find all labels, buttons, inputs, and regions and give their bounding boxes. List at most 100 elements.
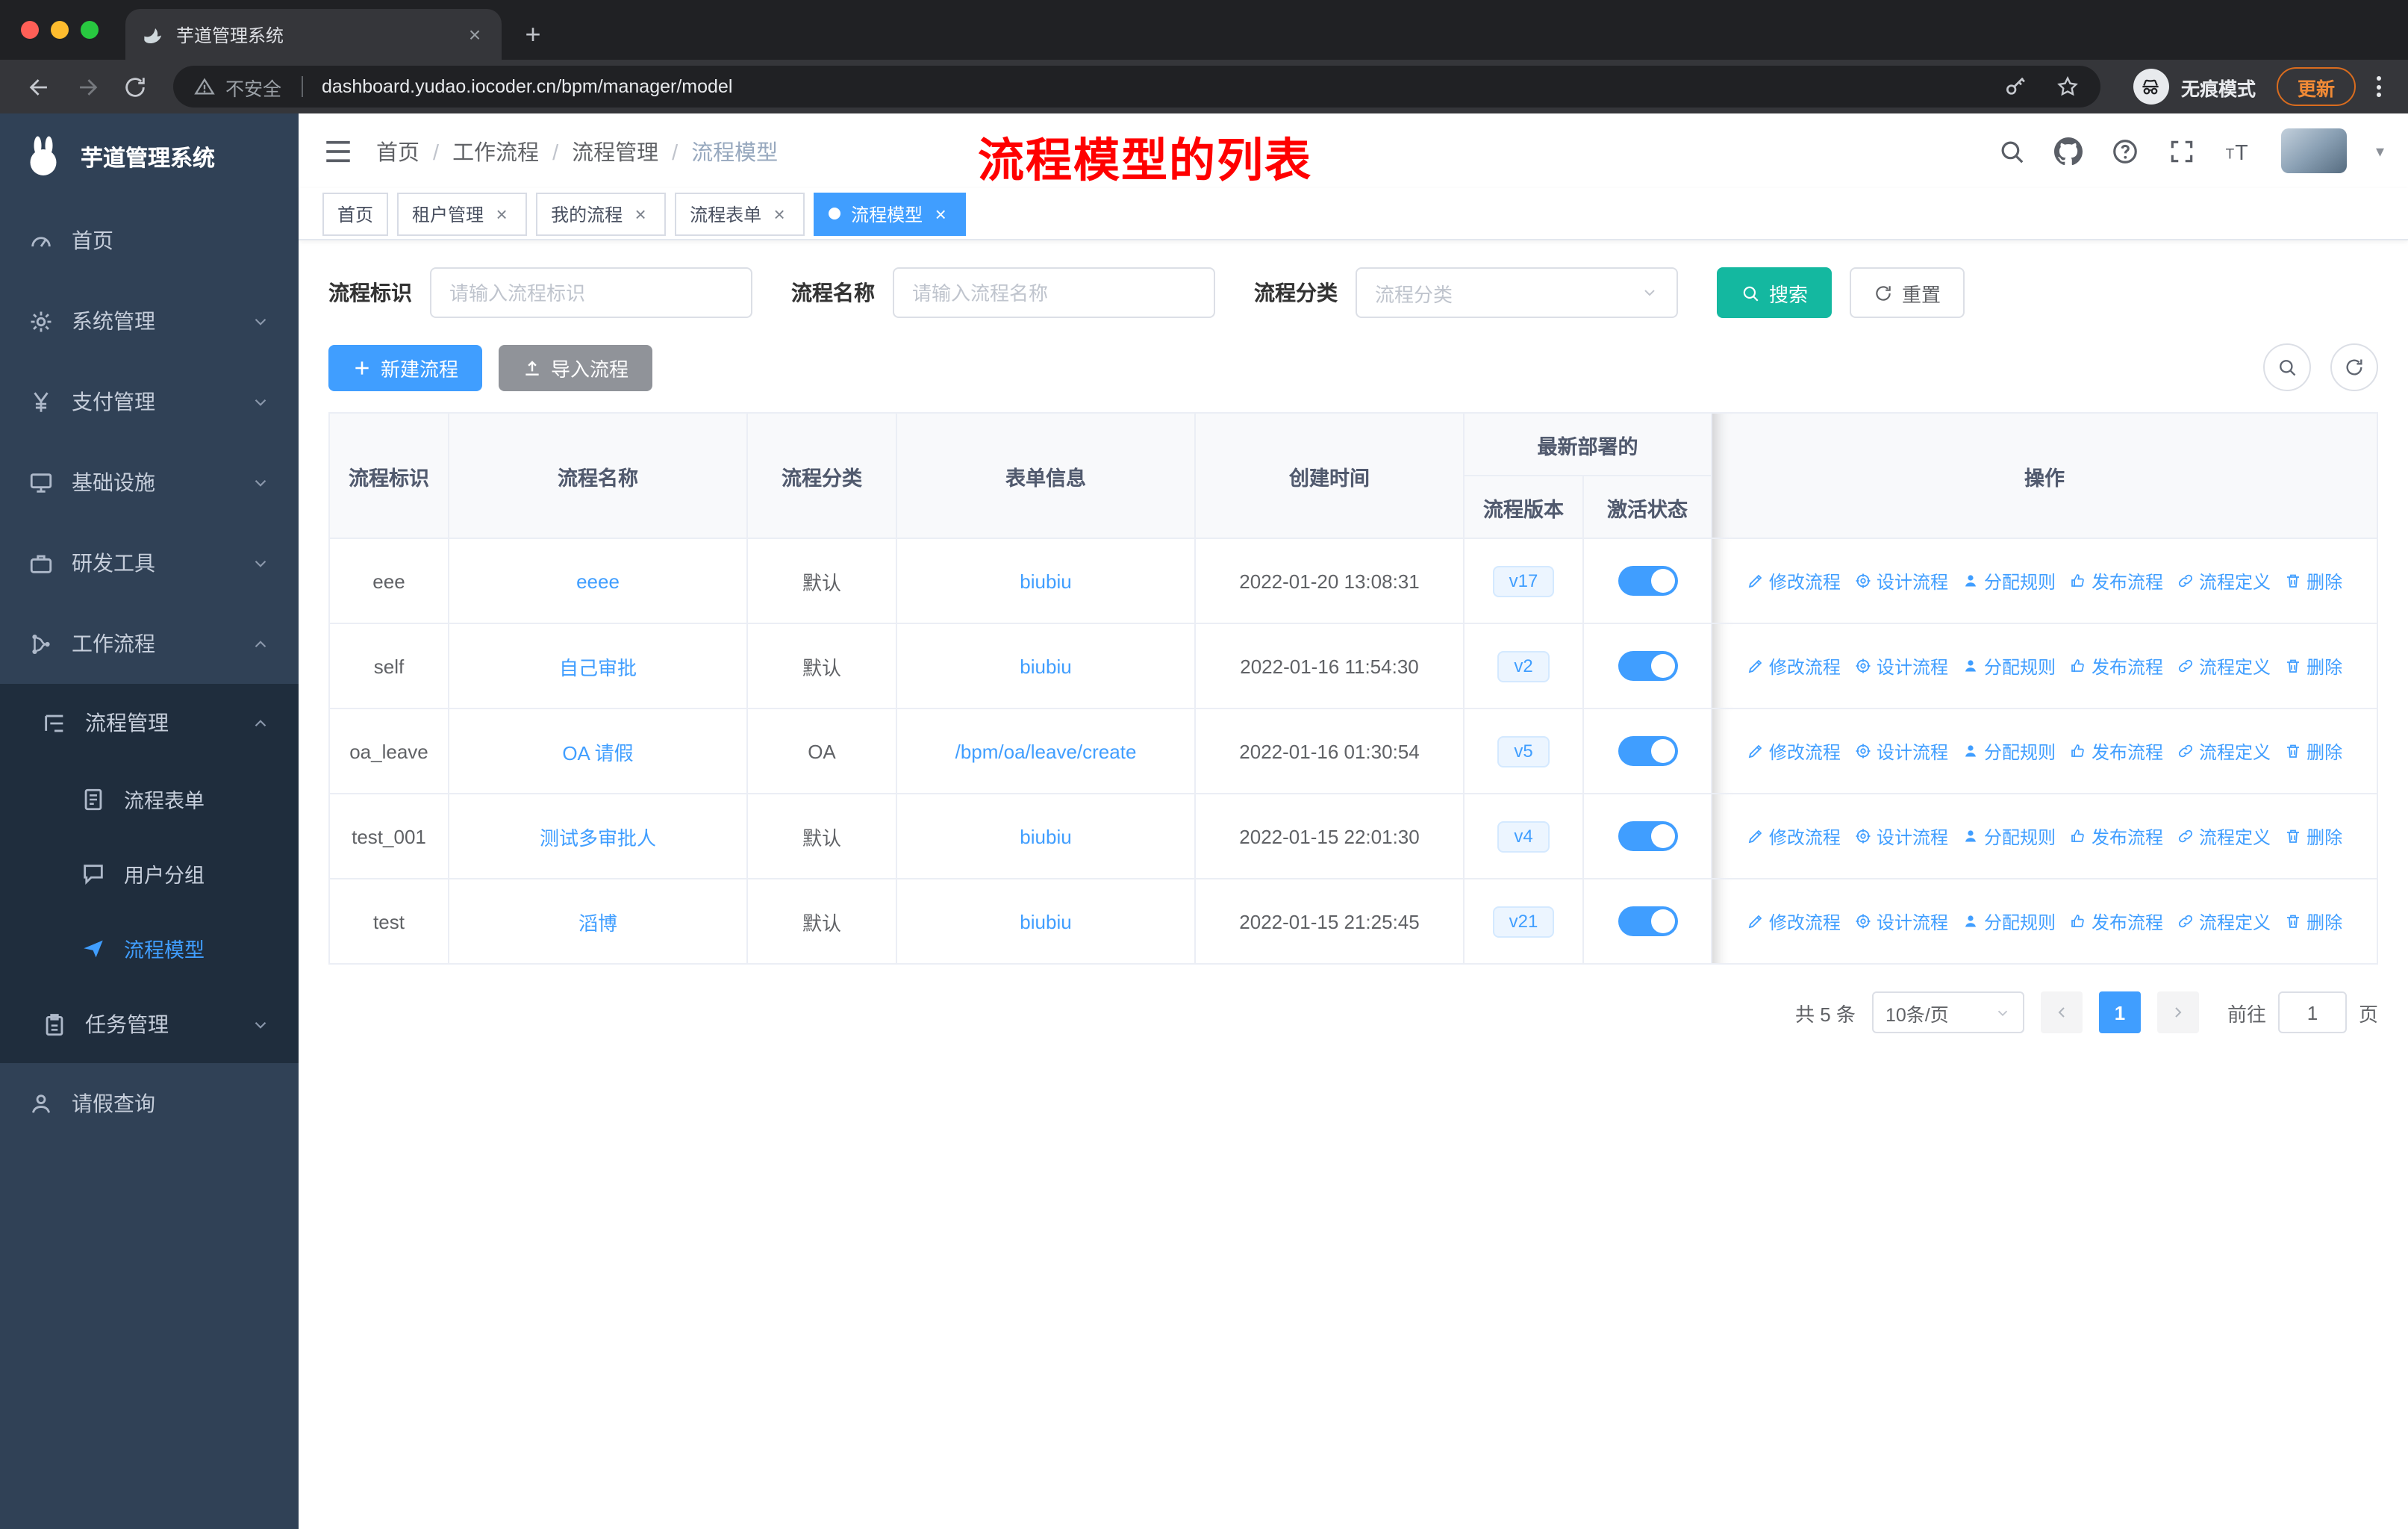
import-flow-button[interactable]: 导入流程	[499, 344, 653, 390]
design-flow-link[interactable]: 设计流程	[1854, 823, 1948, 849]
flow-definition-link[interactable]: 流程定义	[2177, 823, 2271, 849]
process-id-input[interactable]	[430, 267, 752, 318]
assign-rule-link[interactable]: 分配规则	[1962, 909, 2056, 934]
star-icon[interactable]	[2056, 75, 2080, 99]
form-info-link[interactable]: /bpm/oa/leave/create	[955, 740, 1137, 762]
modify-flow-link[interactable]: 修改流程	[1747, 653, 1841, 679]
design-flow-link[interactable]: 设计流程	[1854, 568, 1948, 594]
sidebar-item-workflow[interactable]: 工作流程	[0, 603, 299, 684]
key-icon[interactable]	[2003, 75, 2027, 99]
tag-close-icon[interactable]	[491, 202, 512, 225]
modify-flow-link[interactable]: 修改流程	[1747, 738, 1841, 764]
forward-button[interactable]	[66, 66, 107, 108]
tag-close-icon[interactable]	[630, 202, 651, 225]
refresh-table-button[interactable]	[2330, 343, 2378, 391]
active-toggle[interactable]	[1618, 736, 1677, 766]
toggle-search-button[interactable]	[2263, 343, 2311, 391]
search-button[interactable]: 搜索	[1717, 267, 1832, 318]
pagination-next-button[interactable]	[2156, 991, 2199, 1033]
window-close-button[interactable]	[21, 21, 39, 39]
form-info-link[interactable]: biubiu	[1020, 655, 1071, 677]
window-minimize-button[interactable]	[51, 21, 69, 39]
design-flow-link[interactable]: 设计流程	[1854, 909, 1948, 934]
process-name-link[interactable]: OA 请假	[562, 741, 633, 764]
breadcrumb-item[interactable]: 首页	[376, 135, 419, 166]
flow-definition-link[interactable]: 流程定义	[2177, 738, 2271, 764]
browser-tab[interactable]: 芋道管理系统	[125, 9, 502, 60]
sidebar-item-infrastructure[interactable]: 基础设施	[0, 442, 299, 523]
form-info-link[interactable]: biubiu	[1020, 910, 1071, 932]
assign-rule-link[interactable]: 分配规则	[1962, 653, 2056, 679]
process-name-link[interactable]: 测试多审批人	[540, 826, 656, 849]
tag-tenant-management[interactable]: 租户管理	[397, 192, 528, 235]
tag-process-model[interactable]: 流程模型	[814, 192, 967, 235]
assign-rule-link[interactable]: 分配规则	[1962, 823, 2056, 849]
question-icon[interactable]	[2112, 137, 2140, 165]
new-tab-button[interactable]	[514, 15, 552, 54]
create-flow-button[interactable]: 新建流程	[328, 344, 483, 390]
tag-home[interactable]: 首页	[322, 192, 389, 235]
form-info-link[interactable]: biubiu	[1020, 825, 1071, 847]
window-zoom-button[interactable]	[81, 21, 99, 39]
flow-definition-link[interactable]: 流程定义	[2177, 909, 2271, 934]
assign-rule-link[interactable]: 分配规则	[1962, 568, 2056, 594]
github-icon[interactable]	[2055, 137, 2083, 165]
flow-definition-link[interactable]: 流程定义	[2177, 653, 2271, 679]
sidebar-item-system[interactable]: 系统管理	[0, 281, 299, 361]
design-flow-link[interactable]: 设计流程	[1854, 738, 1948, 764]
version-badge[interactable]: v5	[1497, 735, 1550, 767]
modify-flow-link[interactable]: 修改流程	[1747, 568, 1841, 594]
breadcrumb-item[interactable]: 流程管理	[552, 135, 658, 166]
publish-flow-link[interactable]: 发布流程	[2069, 909, 2163, 934]
process-name-input[interactable]	[893, 267, 1215, 318]
sidebar-item-home[interactable]: 首页	[0, 200, 299, 281]
sidebar-item-task-management[interactable]: 任务管理	[0, 985, 299, 1063]
security-label[interactable]: 不安全	[225, 72, 281, 101]
assign-rule-link[interactable]: 分配规则	[1962, 738, 2056, 764]
design-flow-link[interactable]: 设计流程	[1854, 653, 1948, 679]
version-badge[interactable]: v4	[1497, 820, 1550, 852]
sidebar-item-devtools[interactable]: 研发工具	[0, 523, 299, 603]
active-toggle[interactable]	[1618, 566, 1677, 596]
sidebar-item-leave-query[interactable]: 请假查询	[0, 1063, 299, 1144]
search-icon[interactable]	[1998, 137, 2027, 165]
process-name-link[interactable]: 自己审批	[559, 656, 637, 679]
sidebar-item-process-model[interactable]: 流程模型	[0, 911, 299, 985]
reload-button[interactable]	[113, 66, 155, 108]
process-name-link[interactable]: 滔博	[578, 912, 617, 934]
avatar[interactable]	[2281, 128, 2348, 173]
caret-down-icon[interactable]	[2376, 141, 2384, 161]
form-info-link[interactable]: biubiu	[1020, 570, 1071, 592]
process-category-select[interactable]: 流程分类	[1356, 267, 1678, 318]
delete-flow-link[interactable]: 删除	[2284, 568, 2342, 594]
tag-close-icon[interactable]	[930, 202, 951, 225]
sidebar-item-process-management[interactable]: 流程管理	[0, 684, 299, 762]
version-badge[interactable]: v17	[1492, 565, 1555, 597]
breadcrumb-item[interactable]: 工作流程	[433, 135, 539, 166]
flow-definition-link[interactable]: 流程定义	[2177, 568, 2271, 594]
sidebar-item-payment[interactable]: 支付管理	[0, 361, 299, 442]
sidebar-item-process-form[interactable]: 流程表单	[0, 762, 299, 836]
address-bar[interactable]: 不安全 dashboard.yudao.iocoder.cn/bpm/manag…	[173, 66, 2100, 108]
publish-flow-link[interactable]: 发布流程	[2069, 823, 2163, 849]
delete-flow-link[interactable]: 删除	[2284, 653, 2342, 679]
url-text[interactable]: dashboard.yudao.iocoder.cn/bpm/manager/m…	[322, 76, 1975, 97]
publish-flow-link[interactable]: 发布流程	[2069, 653, 2163, 679]
delete-flow-link[interactable]: 删除	[2284, 738, 2342, 764]
browser-update-button[interactable]: 更新	[2276, 67, 2356, 106]
version-badge[interactable]: v21	[1492, 906, 1555, 937]
modify-flow-link[interactable]: 修改流程	[1747, 823, 1841, 849]
sidebar-item-user-group[interactable]: 用户分组	[0, 836, 299, 911]
back-button[interactable]	[18, 66, 60, 108]
delete-flow-link[interactable]: 删除	[2284, 823, 2342, 849]
page-size-select[interactable]: 10条/页	[1871, 991, 2024, 1033]
active-toggle[interactable]	[1618, 821, 1677, 851]
tag-my-flows[interactable]: 我的流程	[536, 192, 667, 235]
delete-flow-link[interactable]: 删除	[2284, 909, 2342, 934]
version-badge[interactable]: v2	[1497, 650, 1550, 682]
browser-menu-button[interactable]	[2368, 67, 2390, 106]
tag-close-icon[interactable]	[769, 202, 790, 225]
publish-flow-link[interactable]: 发布流程	[2069, 738, 2163, 764]
reset-button[interactable]: 重置	[1850, 267, 1965, 318]
fullscreen-icon[interactable]	[2168, 137, 2197, 165]
